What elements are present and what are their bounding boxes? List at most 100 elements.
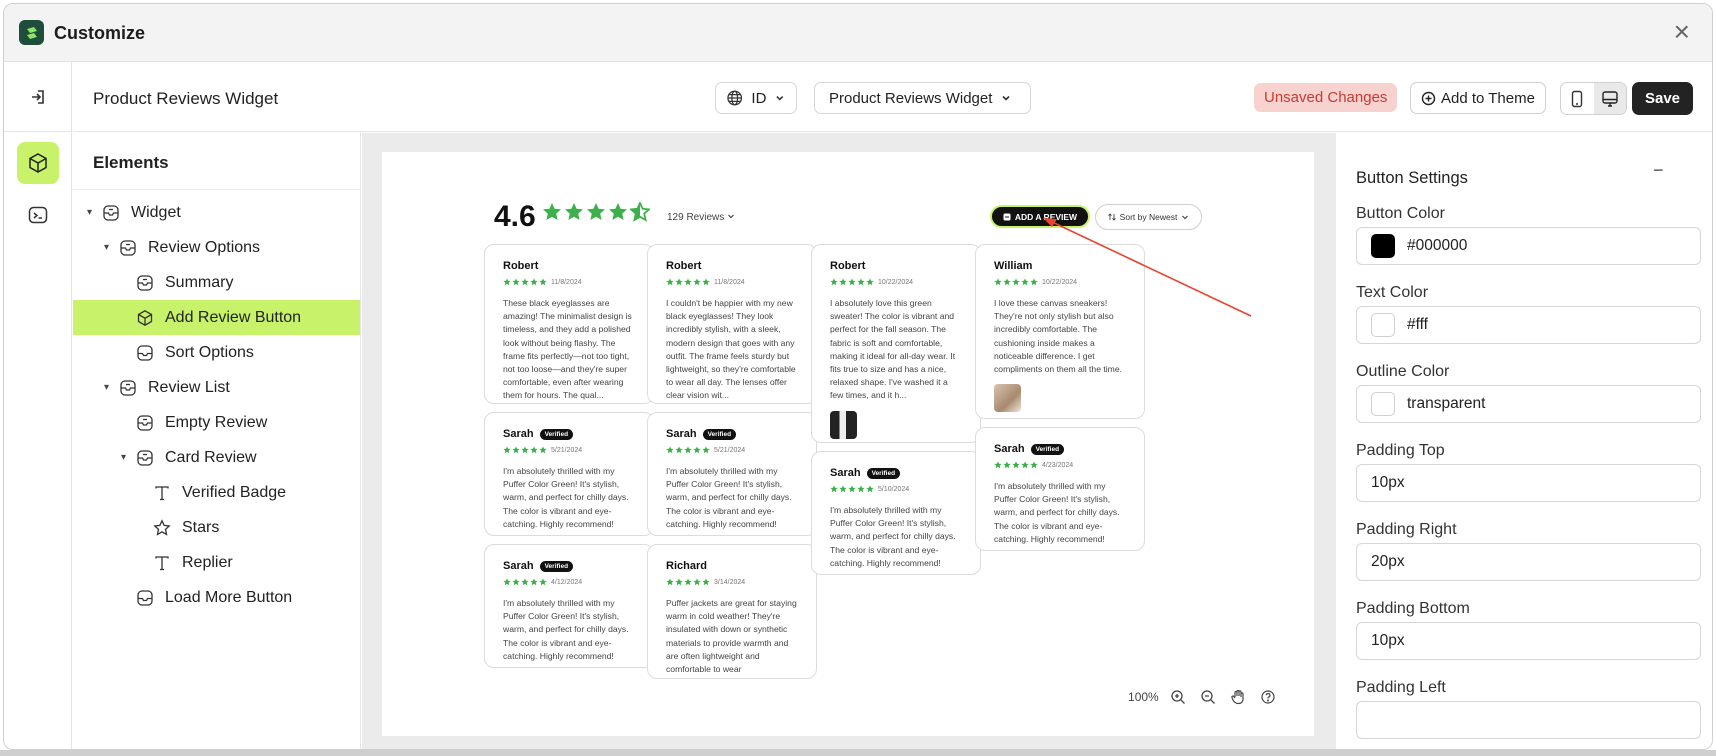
chevron-down-icon: [1182, 215, 1189, 220]
desktop-view-button[interactable]: [1593, 83, 1626, 114]
field-input-button-color[interactable]: #000000: [1356, 227, 1701, 265]
tree-item-verified-badge[interactable]: Verified Badge: [73, 475, 360, 510]
review-photo-thumbnail[interactable]: [994, 384, 1021, 413]
star-icon: [542, 202, 562, 227]
caret-down-icon[interactable]: ▾: [104, 242, 109, 253]
tree-item-load-more-button[interactable]: Load More Button: [73, 580, 360, 615]
field-input-outline-color[interactable]: transparent: [1356, 385, 1701, 423]
field-input-padding-top[interactable]: 10px: [1356, 464, 1701, 502]
star-icon: [666, 573, 674, 591]
field-input-padding-left[interactable]: [1356, 701, 1701, 739]
tree-item-review-options[interactable]: ▾ Review Options: [73, 230, 360, 265]
box-stack-icon: [135, 273, 155, 293]
star-icon: [521, 573, 529, 591]
zoom-in-icon: [1171, 689, 1185, 704]
zoom-in-button[interactable]: [1167, 686, 1189, 708]
star-icon: [539, 273, 547, 291]
field-value: transparent: [1407, 395, 1486, 412]
help-button[interactable]: [1257, 686, 1279, 708]
field-value: 10px: [1371, 632, 1405, 649]
star-icon: [675, 273, 683, 291]
tree-item-label: Review List: [148, 378, 230, 396]
left-rail: [4, 62, 72, 749]
add-to-theme-label: Add to Theme: [1441, 89, 1535, 107]
review-stars: [666, 573, 710, 591]
editor-header: Product Reviews Widget ID Product Review…: [73, 62, 1712, 132]
color-swatch[interactable]: [1371, 392, 1395, 416]
color-swatch[interactable]: [1371, 313, 1395, 337]
mobile-view-button[interactable]: [1561, 83, 1594, 114]
language-value: ID: [751, 89, 767, 107]
widget-select[interactable]: Product Reviews Widget: [814, 82, 1031, 114]
add-review-label: ADD A REVIEW: [1014, 211, 1078, 222]
tree-item-label: Sort Options: [165, 343, 254, 361]
reviewer-name: Robert: [666, 260, 702, 272]
color-swatch[interactable]: [1371, 234, 1395, 258]
review-text: I'm absolutely thrilled with my Puffer C…: [994, 481, 1120, 544]
preview-page: 4.6 129 Reviews ADD A REVIEW Sort by New…: [382, 152, 1314, 736]
elements-tree: ▾ Widget ▾ Review Options Summary Add Review …: [73, 195, 360, 615]
field-input-text-color[interactable]: #fff: [1356, 306, 1701, 344]
star-icon: [666, 441, 674, 459]
star-icon: [857, 480, 865, 498]
widget-select-value: Product Reviews Widget: [829, 89, 993, 107]
tree-item-label: Replier: [182, 553, 233, 571]
review-card: Sarah Verified 4/23/2024 I'm absolutely thr…: [975, 427, 1145, 551]
tree-item-sort-options[interactable]: Sort Options: [73, 335, 360, 370]
sort-icon: [1107, 213, 1116, 221]
tree-item-card-review[interactable]: ▾ Card Review: [73, 440, 360, 475]
star-icon: [608, 202, 628, 227]
zoom-out-button[interactable]: [1197, 686, 1219, 708]
star-icon: [848, 480, 856, 498]
tree-item-label: Card Review: [165, 448, 257, 466]
review-text: I absolutely love this green sweater! Th…: [830, 298, 956, 401]
tree-item-add-review-button[interactable]: Add Review Button: [73, 300, 360, 335]
field-value: 10px: [1371, 474, 1405, 491]
caret-down-icon[interactable]: ▾: [87, 207, 92, 218]
help-icon: [1261, 689, 1275, 704]
tree-item-stars[interactable]: Stars: [73, 510, 360, 545]
review-stars: [994, 456, 1038, 474]
reviewer-name: Robert: [830, 260, 866, 272]
tree-item-widget[interactable]: ▾ Widget: [73, 195, 360, 230]
add-review-button[interactable]: ADD A REVIEW: [990, 205, 1090, 228]
star-icon: [684, 273, 692, 291]
caret-down-icon[interactable]: ▾: [104, 382, 109, 393]
review-date: 11/8/2024: [714, 278, 745, 286]
review-text: I love these canvas sneakers! They're no…: [994, 298, 1123, 375]
field-input-padding-bottom[interactable]: 10px: [1356, 622, 1701, 660]
reviewer-name: Sarah: [503, 428, 534, 440]
terminal-icon: [28, 206, 47, 224]
language-select[interactable]: ID: [715, 82, 797, 114]
review-photo-thumbnail[interactable]: [830, 410, 857, 439]
review-text: I couldn't be happier with my new black …: [666, 298, 796, 401]
field-input-padding-right[interactable]: 20px: [1356, 543, 1701, 581]
star-icon: [1030, 273, 1038, 291]
star-icon: [503, 441, 511, 459]
review-count-label: 129 Reviews: [667, 212, 725, 223]
sort-select[interactable]: Sort by Newest: [1095, 204, 1202, 230]
tree-item-summary[interactable]: Summary: [73, 265, 360, 300]
elements-tab-button[interactable]: [16, 142, 59, 184]
pan-button[interactable]: [1227, 686, 1249, 708]
star-icon: [503, 573, 511, 591]
star-icon: [521, 273, 529, 291]
code-tab-button[interactable]: [17, 194, 59, 236]
tray-icon: [135, 343, 155, 363]
tree-item-review-list[interactable]: ▾ Review List: [73, 370, 360, 405]
field-label-padding-top: Padding Top: [1356, 442, 1445, 459]
tree-item-empty-review[interactable]: Empty Review: [73, 405, 360, 440]
field-value: 20px: [1371, 553, 1405, 570]
collapse-section-button[interactable]: −: [1653, 160, 1664, 181]
exit-button[interactable]: [4, 62, 71, 132]
hand-icon: [1231, 689, 1244, 704]
save-button[interactable]: Save: [1632, 82, 1693, 115]
close-icon[interactable]: ×: [1674, 18, 1690, 46]
add-to-theme-button[interactable]: Add to Theme: [1410, 82, 1546, 114]
mobile-icon: [1572, 90, 1583, 107]
review-text: I'm absolutely thrilled with my Puffer C…: [666, 466, 792, 529]
caret-down-icon[interactable]: ▾: [121, 452, 126, 463]
review-count[interactable]: 129 Reviews: [667, 212, 735, 223]
tree-item-replier[interactable]: Replier: [73, 545, 360, 580]
settings-panel: Button Settings − Button Color #000000 Tex…: [1337, 133, 1712, 749]
